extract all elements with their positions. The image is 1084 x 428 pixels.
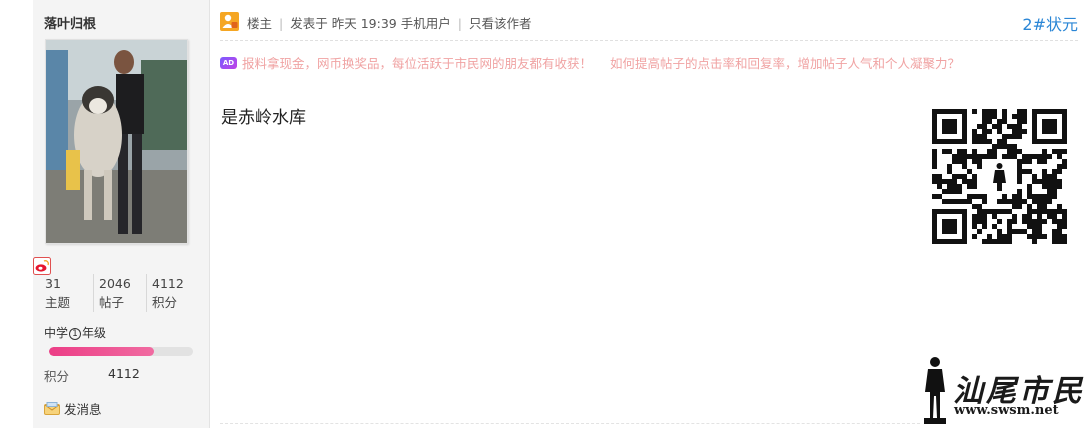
ad-row: AD 报料拿现金，网币换奖品，每位活跃于市民网的朋友都有收获！ 如何提高帖子的点… [220, 53, 1070, 72]
stat-points[interactable]: 4112 积分 [146, 274, 199, 312]
stat-label: 帖子 [99, 295, 125, 310]
send-message-link[interactable]: 发消息 [44, 399, 102, 418]
send-message-label: 发消息 [64, 402, 102, 417]
site-watermark: 汕尾市民网 www.swsm.net [920, 354, 1084, 424]
avatar[interactable] [45, 39, 188, 244]
stat-topics[interactable]: 31 主题 [40, 274, 93, 312]
grade-suffix: 年级 [82, 326, 107, 340]
ad-link-improve-posts[interactable]: 如何提高帖子的点击率和回复率，增加帖子人气和个人凝聚力？ [610, 53, 960, 72]
score-label: 积分 [44, 369, 70, 384]
posted-time: 昨天 19:39 [331, 16, 397, 31]
grade-progress-fill [49, 347, 155, 356]
grade-progress-bar [49, 347, 193, 356]
host-label: 楼主 [247, 16, 273, 31]
weibo-icon[interactable] [33, 257, 51, 275]
qr-code-image [932, 109, 1067, 244]
score-value: 4112 [108, 366, 140, 381]
stat-value: 4112 [152, 276, 184, 291]
ad-badge: AD [220, 56, 237, 69]
grade-prefix: 中学 [44, 326, 69, 340]
posted-prefix: 发表于 [290, 16, 328, 31]
post-meta: 楼主 | 发表于 昨天 19:39 手机用户 | 只看该作者 [247, 16, 532, 31]
post-content: 是赤岭水库 [221, 108, 306, 128]
grade-number: 1 [69, 328, 82, 340]
stat-value: 2046 [99, 276, 131, 291]
stat-label: 积分 [152, 295, 178, 310]
post-header: 楼主 | 发表于 昨天 19:39 手机用户 | 只看该作者 2#状元 [220, 0, 1078, 41]
post-divider [220, 423, 920, 424]
watermark-url: www.swsm.net [954, 403, 1059, 418]
user-grade[interactable]: 中学 1 年级 [44, 324, 106, 341]
ad-link-report-cash[interactable]: 报料拿现金，网币换奖品，每位活跃于市民网的朋友都有收获！ [242, 53, 592, 72]
posted-device: 手机用户 [400, 16, 451, 31]
stat-posts[interactable]: 2046 帖子 [93, 274, 146, 312]
statue-icon [924, 357, 946, 424]
author-name-link[interactable]: 落叶归根 [44, 13, 96, 32]
avatar-photo [46, 40, 187, 243]
stat-label: 主题 [45, 295, 71, 310]
message-icon [44, 402, 60, 415]
author-panel: 落叶归根 31 主题 2046 帖子 4112 积分 中学 1 年级 积分 41… [33, 0, 210, 428]
stat-value: 31 [45, 276, 61, 291]
floor-number-link[interactable]: 2#状元 [1022, 11, 1078, 35]
author-stats: 31 主题 2046 帖子 4112 积分 [40, 274, 200, 312]
author-only-link[interactable]: 只看该作者 [469, 16, 532, 31]
host-icon [220, 12, 239, 31]
